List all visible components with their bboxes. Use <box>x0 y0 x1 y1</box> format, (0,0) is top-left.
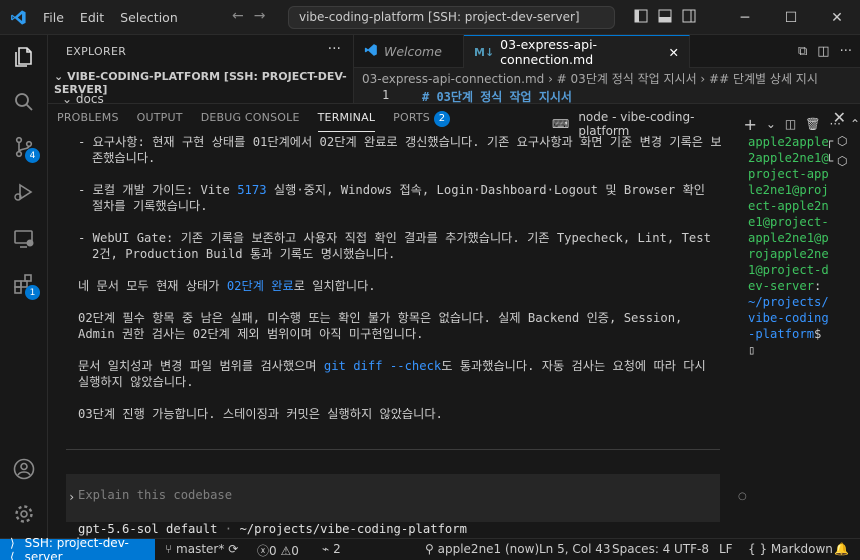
split-divider[interactable]: ○ <box>738 134 748 514</box>
heading-text: # 03단계 정식 작업 지시서 <box>422 90 572 104</box>
chevron-down-icon: ⌄ <box>54 70 64 83</box>
bullet-local-guide: - 로컬 개발 가이드: Vite 5173 실행·중지, Windows 접속… <box>78 183 705 213</box>
model-status-line: gpt-5.6-sol default · ~/projects/vibe-co… <box>78 522 467 536</box>
vscode-logo-icon <box>364 43 378 60</box>
chevron-down-icon[interactable]: ⌄ <box>766 117 776 131</box>
settings-gear-icon[interactable] <box>12 502 36 526</box>
chevron-right-icon: › <box>68 490 76 504</box>
status-bar: ⟩⟨ SSH: project-dev-server ⑂ master* ⟳ ⓧ… <box>0 536 860 560</box>
toggle-panel-icon[interactable] <box>658 9 672 23</box>
menu-selection[interactable]: Selection <box>113 6 185 29</box>
chat-input-box: › <box>66 474 720 522</box>
editor-line[interactable]: 1 # 03단계 정식 작업 지시서 <box>354 88 860 104</box>
git-branch[interactable]: ⑂ master* ⟳ <box>165 542 238 556</box>
scm-badge: 4 <box>25 148 40 163</box>
toggle-secondary-sidebar-icon[interactable] <box>682 9 696 23</box>
terminal-icon: ⌨ <box>552 117 570 131</box>
new-terminal-icon[interactable]: + <box>743 115 756 134</box>
open-preview-icon[interactable]: ⧉ <box>798 44 807 59</box>
tab-debug-console[interactable]: DEBUG CONSOLE <box>192 104 309 132</box>
close-window-icon[interactable]: ✕ <box>814 0 860 35</box>
cursor: ▯ <box>748 343 756 357</box>
split-terminal-output: apple2apple2apple2ne1@project-apple2ne1@… <box>748 135 829 357</box>
divider <box>66 449 720 450</box>
tab-welcome[interactable]: Welcome <box>354 35 464 68</box>
end-of-line[interactable]: LF <box>719 542 733 556</box>
split-terminal-icon[interactable]: ◫ <box>785 117 796 131</box>
command-center[interactable]: vibe-coding-platform [SSH: project-dev-s… <box>288 6 615 29</box>
warning-icon: ⚠ <box>280 544 292 558</box>
tab-03-express-api-connection[interactable]: M↓ 03-express-api-connection.md ✕ <box>464 35 690 68</box>
tab-problems[interactable]: PROBLEMS <box>48 104 128 132</box>
paragraph-remaining: 02단계 필수 항목 중 남은 실패, 미수행 또는 확인 불가 항목은 없습니… <box>78 311 683 341</box>
terminal-instance-1[interactable]: ┌ ⬡ <box>826 134 856 154</box>
toggle-sidebar-icon[interactable] <box>634 9 648 23</box>
bullet-requirements: - 요구사항: 현재 구현 상태를 01단계에서 02단계 완료로 갱신했습니다… <box>78 135 722 165</box>
paragraph-next-step: 03단계 진행 가능합니다. 스테이징과 커밋은 실행하지 않았습니다. <box>78 407 443 421</box>
language-mode[interactable]: { } Markdown <box>748 542 833 556</box>
terminal-instance-2[interactable]: └ ⬡ <box>826 154 856 174</box>
menu-file[interactable]: File <box>36 6 71 29</box>
bottom-panel: PROBLEMS OUTPUT DEBUG CONSOLE TERMINAL P… <box>48 103 860 538</box>
paragraph-status: 네 문서 모두 현재 상태가 02단계 완료로 일치합니다. <box>78 279 376 293</box>
branch-icon: ⑂ <box>165 542 173 556</box>
tab-ports[interactable]: PORTS 2 <box>384 104 459 132</box>
bullet-webui-gate: - WebUI Gate: 기존 기록을 보존하고 사용자 직접 확인 결과를 … <box>78 231 711 261</box>
tab-output[interactable]: OUTPUT <box>128 104 192 132</box>
live-share-status[interactable]: ⚲ apple2ne1 (now) <box>425 542 539 556</box>
back-arrow-icon[interactable]: ← <box>232 8 244 24</box>
remote-explorer-icon[interactable] <box>12 227 36 251</box>
editor-more-icon[interactable]: ··· <box>840 44 852 59</box>
ports-status[interactable]: ⌁ 2 <box>322 542 341 556</box>
maximize-icon[interactable]: ☐ <box>768 0 814 35</box>
source-control-icon[interactable]: 4 <box>12 135 40 163</box>
extensions-icon[interactable]: 1 <box>12 272 40 300</box>
problems-count[interactable]: ⓧ0 ⚠0 <box>257 542 299 559</box>
title-bar: File Edit Selection ← → vibe-coding-plat… <box>0 0 860 35</box>
remote-icon: ⟩⟨ <box>10 536 15 560</box>
kill-terminal-icon[interactable]: 🗑 <box>805 117 820 131</box>
tab-terminal[interactable]: TERMINAL <box>309 104 385 132</box>
model-name: gpt-5.6-sol default <box>78 522 218 536</box>
extensions-badge: 1 <box>25 285 40 300</box>
error-icon: ⓧ <box>257 544 270 558</box>
line-number: 1 <box>382 88 390 102</box>
vscode-logo-icon <box>0 0 36 35</box>
explorer-sidebar: EXPLORER ··· ⌄ VIBE-CODING-PLATFORM [SSH… <box>48 35 354 108</box>
close-panel-icon[interactable]: ✕ <box>833 108 846 127</box>
markdown-file-icon: M↓ <box>474 45 495 59</box>
paragraph-check: 문서 일치성과 변경 파일 범위를 검사했으며 git diff --check… <box>78 359 706 389</box>
person-icon: ⚲ <box>425 542 434 556</box>
encoding[interactable]: UTF-8 <box>674 542 709 556</box>
terminal-list: ┌ ⬡ └ ⬡ <box>826 134 856 174</box>
remote-indicator[interactable]: ⟩⟨ SSH: project-dev-server <box>0 536 155 560</box>
chevron-up-icon[interactable]: ⌃ <box>850 117 860 131</box>
ports-badge: 2 <box>434 111 450 127</box>
accounts-icon[interactable] <box>12 457 36 481</box>
terminal-output: - 요구사항: 현재 구현 상태를 01단계에서 02단계 완료로 갱신했습니다… <box>78 134 722 454</box>
braces-icon: { } <box>748 542 768 556</box>
forward-arrow-icon[interactable]: → <box>254 8 266 24</box>
split-editor-icon[interactable]: ◫ <box>817 44 829 59</box>
cursor-position[interactable]: Ln 5, Col 43 <box>539 542 611 556</box>
more-actions-icon[interactable]: ··· <box>328 41 341 57</box>
minimize-icon[interactable]: ─ <box>722 0 768 35</box>
activity-bar: 4 1 <box>0 35 48 538</box>
explorer-icon[interactable] <box>12 45 36 69</box>
sync-icon: ⟳ <box>228 542 239 556</box>
breadcrumb[interactable]: 03-express-api-connection.md › # 03단계 정식… <box>354 68 860 88</box>
run-debug-icon[interactable] <box>12 180 36 204</box>
radio-tower-icon: ⌁ <box>322 542 330 556</box>
menu-edit[interactable]: Edit <box>73 6 111 29</box>
explorer-title: EXPLORER <box>66 45 127 58</box>
close-tab-icon[interactable]: ✕ <box>669 45 679 60</box>
notifications-bell-icon[interactable]: 🔔 <box>834 542 849 556</box>
search-icon[interactable] <box>12 90 36 114</box>
working-path: ~/projects/vibe-coding-platform <box>239 522 467 536</box>
chat-input[interactable] <box>78 488 678 502</box>
indentation[interactable]: Spaces: 4 <box>612 542 670 556</box>
editor-tabs: Welcome M↓ 03-express-api-connection.md … <box>354 35 860 68</box>
